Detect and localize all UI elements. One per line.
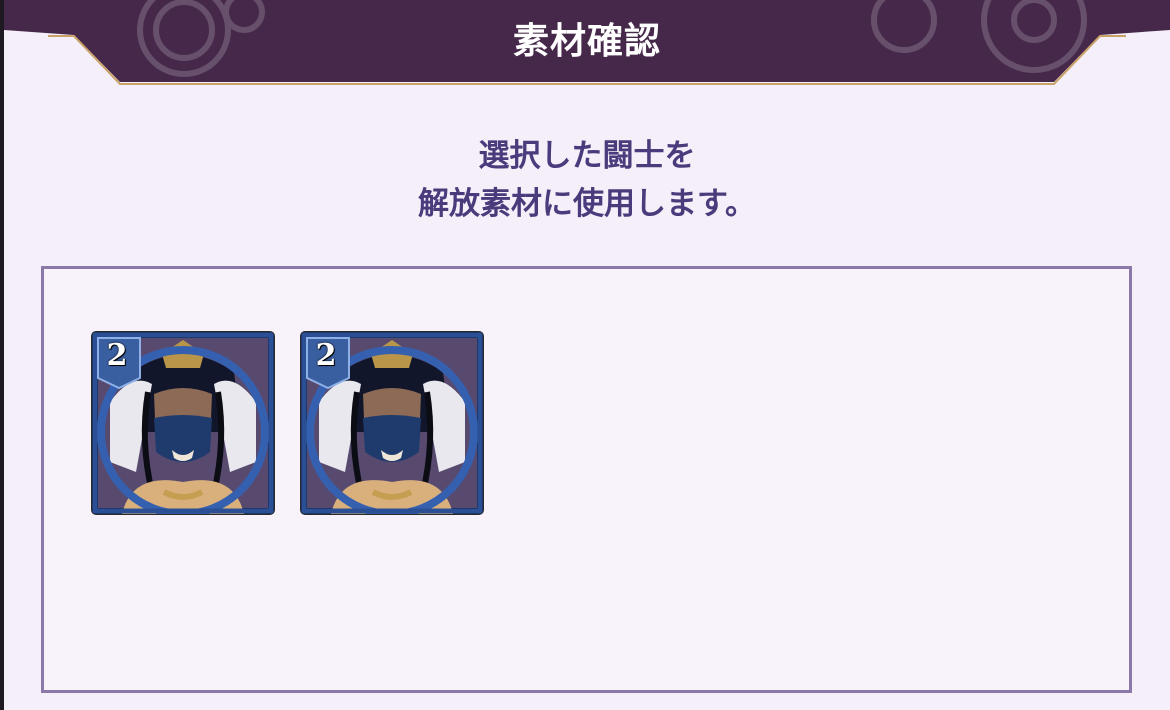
material-card[interactable]: 2 (92, 332, 274, 514)
message-line-2: 解放素材に使用します。 (418, 186, 756, 222)
dialog-header: 素材確認 (4, 0, 1170, 90)
rank-badge: 2 (315, 338, 337, 373)
material-card[interactable]: 2 (301, 332, 483, 514)
materials-panel: 2 2 (41, 266, 1132, 693)
confirm-message: 選択した闘士を 解放素材に使用します。 (4, 132, 1170, 228)
dialog-title: 素材確認 (512, 21, 661, 62)
message-line-1: 選択した闘士を (478, 138, 696, 174)
rank-badge: 2 (106, 338, 128, 373)
material-confirm-dialog: 素材確認 選択した闘士を 解放素材に使用します。 2 2 (4, 0, 1170, 710)
